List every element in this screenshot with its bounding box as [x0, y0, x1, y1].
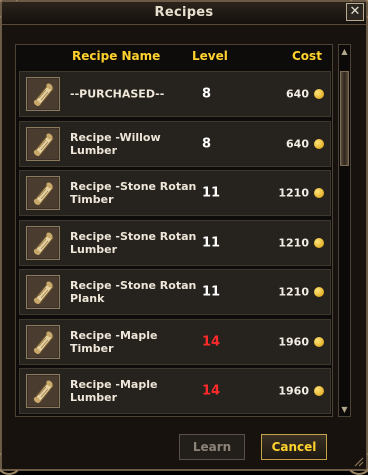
- recipe-cost: 1210: [278, 236, 309, 249]
- recipe-cost: 640: [286, 87, 309, 101]
- recipe-level: 11: [202, 185, 221, 201]
- recipe-name: --PURCHASED--: [70, 87, 165, 101]
- scrollbar-thumb[interactable]: [340, 71, 349, 166]
- frame-ornament: [0, 449, 22, 475]
- gold-coin-icon: [314, 138, 324, 149]
- learn-button[interactable]: Learn: [179, 434, 245, 460]
- scroll-icon: [26, 275, 60, 309]
- scroll-icon: [26, 324, 60, 359]
- scroll-icon: [26, 126, 60, 161]
- recipe-level: 8: [202, 136, 212, 151]
- gold-coin-icon: [314, 287, 324, 297]
- window-title: Recipes: [154, 5, 214, 20]
- recipe-row[interactable]: Recipe -Stone Rotan Plank 11 1210: [19, 269, 331, 315]
- scrollbar[interactable]: ▲ ▼: [338, 44, 351, 417]
- recipe-cost: 1960: [278, 335, 309, 348]
- gold-coin-icon: [314, 89, 324, 99]
- recipe-name: Recipe -Stone Rotan Lumber: [70, 229, 197, 256]
- recipe-row[interactable]: --PURCHASED-- 8 640: [19, 71, 331, 117]
- scroll-icon: [26, 176, 60, 210]
- scroll-icon: [26, 225, 60, 260]
- header-recipe-name: Recipe Name: [72, 49, 161, 63]
- recipe-name: Recipe -Maple Timber: [70, 328, 158, 355]
- scroll-icon: [26, 374, 60, 408]
- recipe-level: 8: [202, 86, 212, 102]
- recipe-level: 14: [202, 383, 221, 399]
- recipe-name: Recipe -Willow Lumber: [70, 130, 161, 157]
- close-icon: ✕: [349, 4, 361, 19]
- scroll-down-icon[interactable]: ▼: [340, 405, 349, 414]
- header-level: Level: [192, 49, 228, 63]
- recipe-name: Recipe -Stone Rotan Plank: [70, 279, 197, 305]
- recipe-row[interactable]: Recipe -Maple Timber 14 1960: [19, 318, 331, 365]
- header-cost: Cost: [292, 49, 322, 63]
- recipe-cost: 1960: [278, 384, 309, 398]
- recipe-cost: 640: [286, 137, 309, 150]
- recipe-cost: 1210: [278, 285, 309, 299]
- recipe-row[interactable]: Recipe -Stone Rotan Timber 11 1210: [19, 170, 331, 216]
- recipe-level: 11: [202, 284, 221, 300]
- recipe-row[interactable]: Recipe -Willow Lumber 8 640: [19, 120, 331, 167]
- resize-grip-icon[interactable]: [352, 455, 364, 467]
- recipe-level: 11: [202, 235, 221, 250]
- scroll-up-icon[interactable]: ▲: [340, 47, 349, 56]
- cancel-button[interactable]: Cancel: [261, 434, 327, 460]
- gold-coin-icon: [314, 237, 324, 248]
- close-button[interactable]: ✕: [346, 3, 364, 21]
- gold-coin-icon: [314, 336, 324, 347]
- recipe-row[interactable]: Recipe -Maple Lumber 14 1960: [19, 368, 331, 414]
- recipe-level: 14: [202, 334, 221, 349]
- gold-coin-icon: [314, 188, 324, 198]
- recipe-row[interactable]: Recipe -Stone Rotan Lumber 11 1210: [19, 219, 331, 266]
- scroll-icon: [26, 77, 60, 111]
- list-header: Recipe Name Level Cost: [15, 46, 333, 68]
- recipe-name: Recipe -Maple Lumber: [70, 378, 158, 404]
- recipe-cost: 1210: [278, 186, 309, 200]
- recipes-window: Recipes ✕ Recipe Name Level Cost --PURCH…: [0, 0, 368, 475]
- gold-coin-icon: [314, 386, 324, 396]
- title-bar[interactable]: Recipes ✕: [2, 2, 366, 25]
- recipe-name: Recipe -Stone Rotan Timber: [70, 180, 197, 206]
